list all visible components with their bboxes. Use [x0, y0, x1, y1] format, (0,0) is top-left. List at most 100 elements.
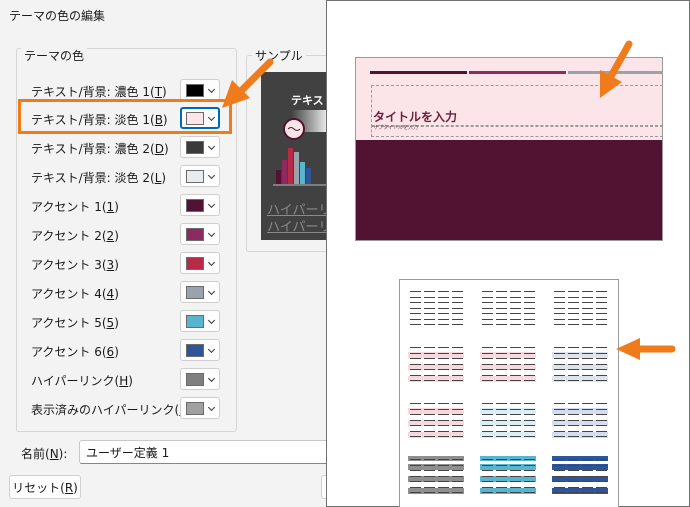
table-cell	[596, 324, 607, 325]
table-cell	[438, 425, 449, 426]
table-cell	[496, 307, 507, 309]
table-cell	[524, 374, 535, 376]
table-cell	[596, 430, 607, 432]
table-cell	[568, 380, 579, 381]
table-cell	[596, 374, 607, 376]
table-cell	[596, 481, 607, 482]
table-cell	[438, 374, 449, 376]
table-cell	[438, 408, 449, 410]
chevron-down-icon	[207, 200, 216, 209]
color-picker-button[interactable]	[180, 223, 220, 245]
table-cell	[554, 464, 565, 466]
table-style-thumbnail[interactable]	[552, 288, 608, 329]
color-picker-button[interactable]	[180, 368, 220, 390]
color-picker-button[interactable]	[180, 310, 220, 332]
table-cell	[568, 492, 579, 493]
table-style-thumbnail[interactable]	[480, 400, 536, 441]
table-cell	[582, 352, 593, 354]
table-cell	[554, 430, 565, 432]
table-style-thumbnail[interactable]	[480, 456, 536, 497]
table-cell	[596, 318, 607, 320]
table-cell	[568, 464, 579, 466]
table-cell	[438, 459, 449, 460]
table-cell	[452, 302, 463, 303]
table-cell	[524, 436, 535, 437]
table-style-thumbnail[interactable]	[552, 344, 608, 385]
color-picker-button[interactable]	[180, 252, 220, 274]
table-cell	[424, 318, 435, 320]
table-cell	[424, 291, 435, 292]
table-cell	[524, 470, 535, 471]
table-cell	[438, 464, 449, 466]
table-cell	[410, 313, 421, 314]
table-cell	[568, 419, 579, 421]
theme-name-input[interactable]	[79, 440, 327, 464]
color-swatch	[186, 228, 204, 241]
table-cell	[582, 347, 593, 348]
orange-arrow-icon	[616, 338, 676, 360]
table-cell	[424, 380, 435, 381]
table-cell	[424, 436, 435, 437]
color-picker-button[interactable]	[180, 79, 220, 101]
table-cell	[452, 374, 463, 376]
table-band	[480, 432, 536, 438]
table-cell	[410, 318, 421, 320]
table-style-thumbnail[interactable]	[552, 456, 608, 497]
table-cell	[582, 459, 593, 460]
table-cell	[438, 475, 449, 477]
table-cell	[482, 481, 493, 482]
table-cell	[582, 481, 593, 482]
table-cell	[496, 436, 507, 437]
table-cell	[554, 481, 565, 482]
table-cell	[410, 475, 421, 477]
table-style-thumbnail[interactable]	[480, 344, 536, 385]
table-cell	[524, 486, 535, 488]
table-cell	[510, 291, 521, 292]
theme-colors-legend: テーマの色	[21, 47, 88, 64]
table-cell	[496, 318, 507, 320]
table-cell	[582, 464, 593, 466]
reset-button[interactable]: リセット(R)	[9, 475, 81, 499]
table-cell	[496, 425, 507, 426]
table-cell	[524, 459, 535, 460]
table-cell	[438, 380, 449, 381]
table-cell	[524, 408, 535, 410]
color-row: 表示済みのハイパーリンク(F)	[31, 397, 221, 421]
table-cell	[496, 403, 507, 404]
table-cell	[410, 358, 421, 359]
color-picker-button[interactable]	[180, 136, 220, 158]
table-style-thumbnail[interactable]	[408, 456, 464, 497]
table-cell	[596, 486, 607, 488]
color-swatch	[186, 344, 204, 357]
color-swatch	[186, 141, 204, 154]
color-swatch	[186, 199, 204, 212]
color-picker-button[interactable]	[180, 281, 220, 303]
color-picker-button[interactable]	[180, 165, 220, 187]
table-style-thumbnail[interactable]	[480, 288, 536, 329]
table-style-thumbnail[interactable]	[408, 400, 464, 441]
table-cell	[410, 296, 421, 298]
color-label: ハイパーリンク(H)	[31, 374, 133, 388]
table-cell	[582, 408, 593, 410]
table-cell	[510, 464, 521, 466]
color-picker-button[interactable]	[180, 194, 220, 216]
table-style-thumbnail[interactable]	[552, 400, 608, 441]
table-cell	[438, 492, 449, 493]
table-cell	[596, 492, 607, 493]
color-picker-button[interactable]	[180, 339, 220, 361]
table-cell	[482, 296, 493, 298]
table-cell	[568, 486, 579, 488]
color-label: テキスト/背景: 濃色 1(T)	[31, 85, 167, 99]
table-cell	[596, 436, 607, 437]
table-style-thumbnail[interactable]	[408, 288, 464, 329]
color-picker-button[interactable]	[180, 397, 220, 419]
table-cell	[496, 492, 507, 493]
table-cell	[424, 307, 435, 309]
table-cell	[410, 374, 421, 376]
table-cell	[482, 475, 493, 477]
slide-line-1	[370, 71, 467, 74]
color-swatch	[186, 402, 204, 415]
table-cell	[424, 358, 435, 359]
table-cell	[524, 313, 535, 314]
table-style-thumbnail[interactable]	[408, 344, 464, 385]
